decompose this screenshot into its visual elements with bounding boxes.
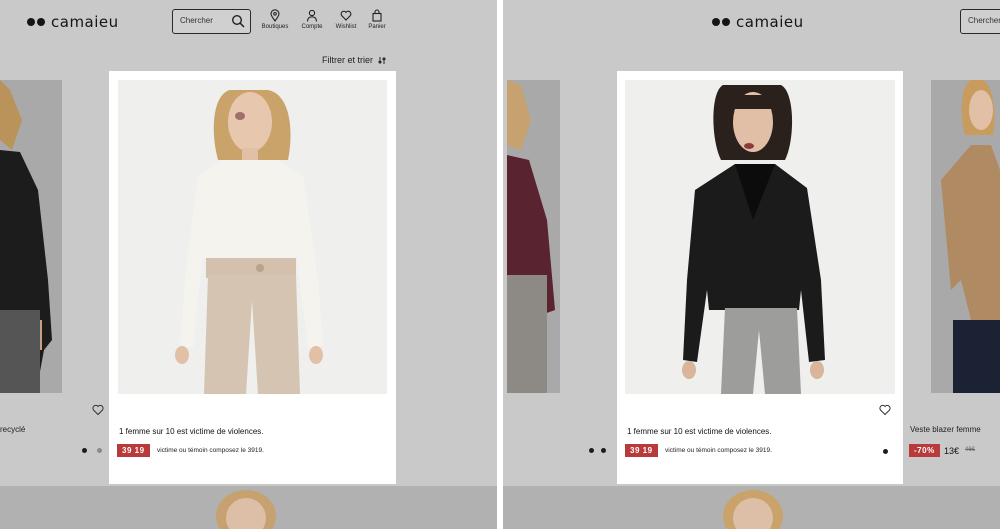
filter-icon: [378, 56, 386, 64]
model-figure: [941, 80, 1000, 393]
brand-logo[interactable]: camaieu: [712, 13, 804, 31]
wishlist-heart-icon[interactable]: [879, 404, 891, 416]
search-placeholder: Chercher: [968, 16, 1000, 25]
left-screenshot: camaieu Chercher Boutiques Compte Wishli…: [0, 0, 497, 529]
filter-sort-button[interactable]: Filtrer et trier: [322, 55, 387, 65]
search-icon[interactable]: [231, 14, 245, 28]
product-row-next: [503, 486, 1000, 529]
discount-badge: -70%: [909, 444, 940, 457]
brand-name: camaieu: [736, 13, 804, 31]
nav-compte[interactable]: Compte: [294, 9, 330, 30]
nav-panier[interactable]: Panier: [359, 9, 395, 30]
search-input[interactable]: Chercher: [960, 9, 1000, 34]
search-input[interactable]: Chercher: [172, 9, 251, 34]
location-pin-icon: [270, 9, 280, 22]
model-black-blazer: [682, 85, 825, 394]
model-figure: [0, 80, 52, 393]
nav-label: Boutiques: [261, 24, 289, 30]
model-figure: [507, 80, 555, 393]
hotline-badge[interactable]: 39 19: [625, 444, 658, 457]
brand-name: camaieu: [51, 13, 119, 31]
user-icon: [306, 9, 318, 22]
old-price: 46€: [965, 447, 976, 453]
color-swatch[interactable]: [601, 448, 606, 453]
hotline-text: victime ou témoin composez le 3919.: [157, 447, 264, 454]
model-head: [216, 490, 276, 529]
product-photo[interactable]: [625, 80, 895, 394]
model-white-sweater: [175, 90, 323, 394]
product-image-background[interactable]: [0, 80, 62, 393]
product-image-background[interactable]: [931, 80, 1000, 393]
product-row-next: [0, 486, 497, 529]
color-swatch[interactable]: [883, 449, 888, 454]
nav-label: Compte: [301, 24, 323, 30]
awareness-product-card: 1 femme sur 10 est victime de violences.…: [617, 71, 903, 484]
product-photo[interactable]: [118, 80, 387, 394]
nav-boutiques[interactable]: Boutiques: [257, 9, 293, 30]
violence-message: 1 femme sur 10 est victime de violences.: [119, 427, 264, 436]
violence-message: 1 femme sur 10 est victime de violences.: [627, 427, 772, 436]
background-product-name[interactable]: Veste blazer femme: [910, 425, 981, 434]
site-header: camaieu Chercher: [503, 0, 1000, 44]
color-swatch[interactable]: [589, 448, 594, 453]
site-header: camaieu Chercher Boutiques Compte Wishli…: [0, 0, 497, 44]
awareness-product-card: 1 femme sur 10 est victime de violences.…: [92, 71, 396, 484]
hotline-text: victime ou témoin composez le 3919.: [665, 447, 772, 454]
color-swatch[interactable]: [97, 448, 102, 453]
bag-icon: [372, 9, 382, 22]
model-head: [723, 490, 783, 529]
heart-icon: [340, 10, 352, 21]
background-product-name: recyclé: [0, 425, 26, 434]
current-price: 13€: [944, 446, 960, 456]
brand-logo[interactable]: camaieu: [27, 13, 119, 31]
right-screenshot: camaieu Chercher Veste blazer femme -70%…: [503, 0, 1000, 529]
product-image-background[interactable]: [507, 80, 560, 393]
nav-label: Panier: [368, 24, 386, 30]
filter-label: Filtrer et trier: [321, 55, 373, 65]
color-swatch[interactable]: [82, 448, 87, 453]
search-placeholder: Chercher: [180, 16, 213, 25]
hotline-badge[interactable]: 39 19: [117, 444, 150, 457]
wishlist-heart-icon[interactable]: [92, 404, 104, 416]
